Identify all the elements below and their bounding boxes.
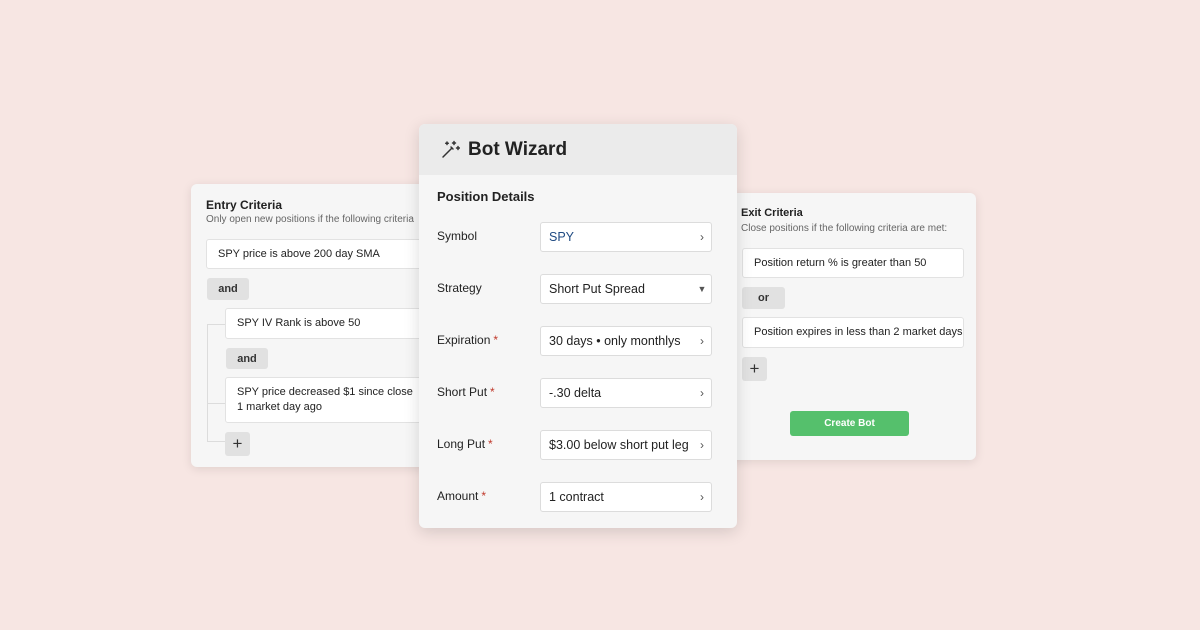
long-put-value: $3.00 below short put leg bbox=[549, 438, 689, 452]
amount-value: 1 contract bbox=[549, 490, 604, 504]
exit-criteria-subtitle: Close positions if the following criteri… bbox=[741, 223, 948, 234]
add-entry-criterion-button[interactable]: + bbox=[225, 432, 250, 456]
strategy-value: Short Put Spread bbox=[549, 282, 645, 296]
and-operator-1[interactable]: and bbox=[207, 278, 249, 300]
chevron-right-icon: › bbox=[700, 438, 704, 452]
short-put-value: -.30 delta bbox=[549, 386, 602, 400]
exit-criterion-1[interactable]: Position return % is greater than 50 bbox=[742, 248, 964, 278]
expiration-field[interactable]: 30 days • only monthlys › bbox=[540, 326, 712, 356]
entry-criteria-subtitle: Only open new positions if the following… bbox=[206, 214, 414, 225]
amount-field[interactable]: 1 contract › bbox=[540, 482, 712, 512]
chevron-right-icon: › bbox=[700, 334, 704, 348]
symbol-value: SPY bbox=[549, 230, 575, 244]
required-marker: * bbox=[490, 385, 495, 399]
chevron-right-icon: › bbox=[700, 386, 704, 400]
magic-wand-icon bbox=[442, 140, 460, 158]
expiration-label: Expiration * bbox=[437, 333, 498, 347]
symbol-label-text: Symbol bbox=[437, 229, 478, 243]
exit-criteria-title: Exit Criteria bbox=[741, 207, 803, 219]
position-details-heading: Position Details bbox=[437, 189, 535, 204]
entry-criterion-3[interactable]: SPY price decreased $1 since close 1 mar… bbox=[225, 377, 451, 423]
entry-criterion-3-line2: 1 market day ago bbox=[237, 401, 322, 413]
amount-label: Amount * bbox=[437, 489, 486, 503]
short-put-label: Short Put * bbox=[437, 385, 495, 399]
bot-wizard-header: Bot Wizard bbox=[419, 124, 737, 175]
strategy-label-text: Strategy bbox=[437, 281, 482, 295]
entry-criterion-2[interactable]: SPY IV Rank is above 50 bbox=[225, 308, 451, 339]
required-marker: * bbox=[493, 333, 499, 347]
entry-criteria-panel: Entry Criteria Only open new positions i… bbox=[191, 184, 451, 467]
chevron-right-icon: › bbox=[700, 230, 704, 244]
exit-criterion-2[interactable]: Position expires in less than 2 market d… bbox=[742, 317, 964, 348]
symbol-label: Symbol bbox=[437, 229, 477, 243]
strategy-label: Strategy bbox=[437, 281, 482, 295]
required-marker: * bbox=[481, 489, 487, 503]
long-put-label: Long Put * bbox=[437, 437, 493, 451]
bot-wizard-panel: Bot Wizard Position Details Symbol SPY ›… bbox=[419, 124, 737, 528]
criteria-tree-branch bbox=[207, 441, 225, 442]
criteria-tree-branch bbox=[207, 324, 225, 325]
entry-criterion-1[interactable]: SPY price is above 200 day SMA bbox=[206, 239, 451, 269]
long-put-label-text: Long Put bbox=[437, 437, 486, 451]
expiration-value: 30 days • only monthlys bbox=[549, 334, 681, 348]
symbol-field[interactable]: SPY › bbox=[540, 222, 712, 252]
long-put-field[interactable]: $3.00 below short put leg › bbox=[540, 430, 712, 460]
or-operator[interactable]: or bbox=[742, 287, 785, 309]
strategy-select[interactable]: Short Put Spread ▼ bbox=[540, 274, 712, 304]
and-operator-2[interactable]: and bbox=[226, 348, 268, 369]
expiration-label-text: Expiration bbox=[437, 333, 491, 347]
caret-down-icon: ▼ bbox=[697, 284, 707, 294]
criteria-tree-line bbox=[207, 324, 208, 441]
entry-criterion-3-line1: SPY price decreased $1 since close bbox=[237, 386, 413, 398]
exit-criteria-panel: Exit Criteria Close positions if the fol… bbox=[726, 193, 976, 460]
amount-label-text: Amount bbox=[437, 489, 479, 503]
chevron-right-icon: › bbox=[700, 490, 704, 504]
bot-wizard-title: Bot Wizard bbox=[468, 138, 568, 160]
entry-criteria-title: Entry Criteria bbox=[206, 198, 283, 212]
create-bot-button[interactable]: Create Bot bbox=[790, 411, 909, 436]
short-put-label-text: Short Put bbox=[437, 385, 488, 399]
add-exit-criterion-button[interactable]: + bbox=[742, 357, 767, 381]
short-put-field[interactable]: -.30 delta › bbox=[540, 378, 712, 408]
criteria-tree-branch bbox=[207, 403, 225, 404]
required-marker: * bbox=[488, 437, 493, 451]
